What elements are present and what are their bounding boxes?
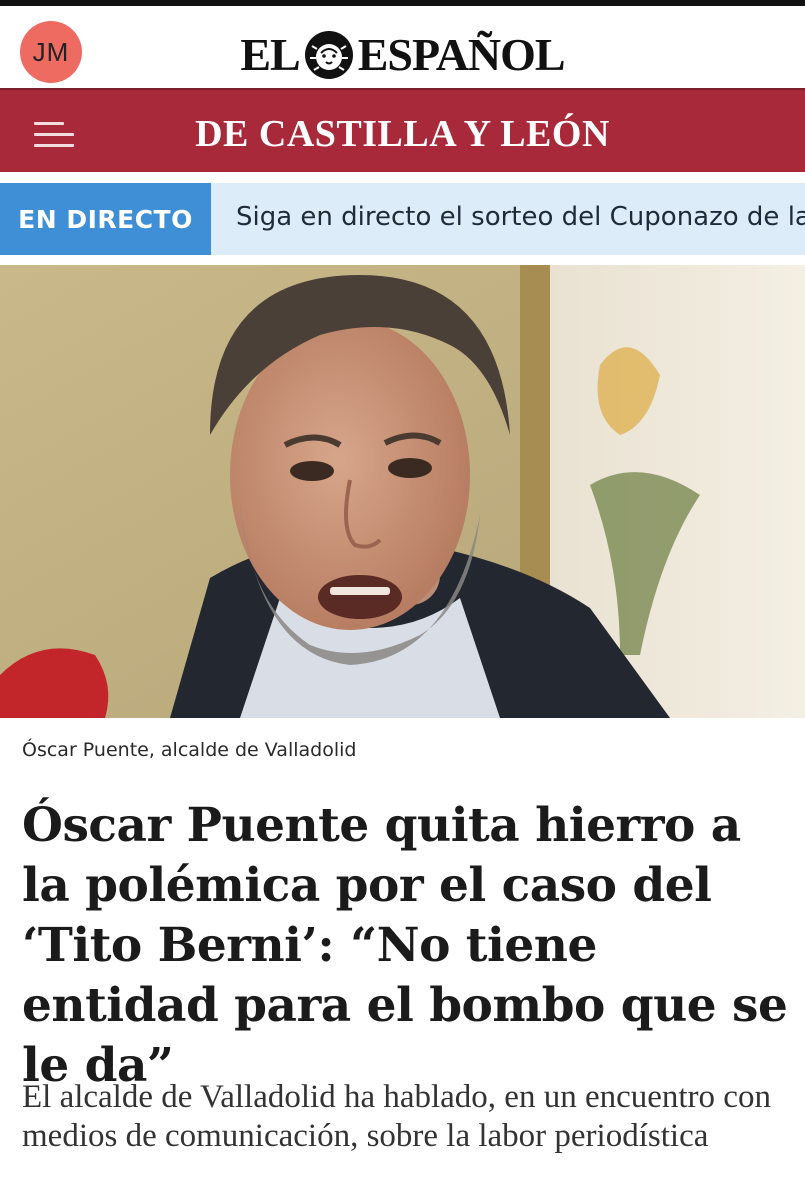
article-photo[interactable]: [0, 265, 805, 718]
live-badge: EN DIRECTO: [0, 183, 211, 255]
article-subheadline: El alcalde de Valladolid ha hablado, en …: [22, 1079, 771, 1154]
section-title[interactable]: DE CASTILLA Y LEÓN: [0, 112, 805, 156]
live-ticker[interactable]: EN DIRECTO Siga en directo el sorteo del…: [0, 183, 805, 255]
live-headline[interactable]: Siga en directo el sorteo del Cuponazo d…: [236, 202, 805, 232]
article-headline[interactable]: Óscar Puente quita hierro a la polémica …: [22, 796, 792, 1096]
site-logo[interactable]: EL ESPAÑOL: [0, 28, 805, 82]
top-header: JM EL ESPAÑOL: [0, 0, 805, 88]
photo-caption: Óscar Puente, alcalde de Valladolid: [22, 739, 357, 761]
portrait-image: [0, 265, 805, 718]
lion-icon: [304, 31, 353, 79]
logo-text-el: EL: [240, 29, 300, 80]
section-bar: DE CASTILLA Y LEÓN: [0, 88, 805, 172]
logo-text-espanol: ESPAÑOL: [357, 29, 566, 80]
